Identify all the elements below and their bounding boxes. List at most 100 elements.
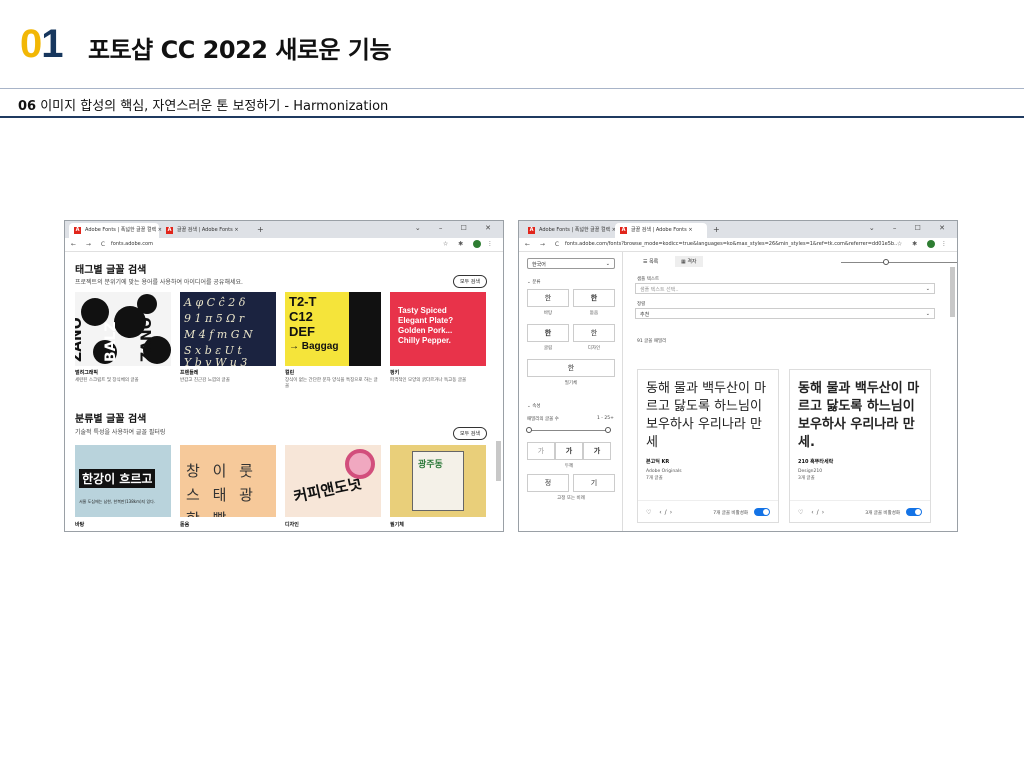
sort-select[interactable]: 추천 ⌄ [635,308,935,319]
card-desc: 파격적인 모양의 굵다르거나 독고동 글꼴 [390,378,467,383]
classification-label-text: 분류 [532,280,541,285]
sample-text-input[interactable]: 샘플 텍스트 선택.. ⌄ [635,283,935,294]
class-card-serif[interactable]: 한강이 흐르고 서울 도심에는 남한, 한복판(138km)지 있다. [75,445,171,517]
tab-grid-view[interactable]: ▦ 격자 [675,256,703,267]
class-card-script[interactable]: 광주동 [390,445,486,517]
chevron-down-icon: ⌄ [925,286,930,292]
class-card-design[interactable]: 커피앤도넛 [285,445,381,517]
address-bar: ← → C fonts.adobe.com/fonts?browse_mode=… [519,238,957,252]
subtitle-number: 06 [18,99,37,114]
browser-tab-font-search[interactable]: A 글꼴 검색 | Adobe Fonts × [161,223,251,238]
weight-button-bold[interactable]: 가 [583,442,611,460]
family-slider-min-knob[interactable] [526,427,532,433]
funky-line-1: Tasty Spiced [398,306,447,315]
clean-line-1: T2-T [289,294,317,309]
adobe-icon: A [528,227,535,234]
chevron-down-icon: ⌄ [925,311,930,317]
subtitle-text: 이미지 합성의 핵심, 자연스러운 톤 보정하기 - Harmonization [36,99,389,114]
family-slider-max-knob[interactable] [605,427,611,433]
card-label: 벌려그래픽 [75,370,99,376]
weight-button-light[interactable]: 가 [527,442,555,460]
font-card[interactable]: 동해 물과 백두산이 마르고 닳도록 하느님이 보우하사 우리나라 만세 본고딕… [637,369,779,523]
tag-card-funky[interactable]: Tasty Spiced Elegant Plate? Golden Pork.… [390,292,486,366]
nav-buttons[interactable]: ← → C [525,241,563,248]
font-meta: Adobe Originals 7개 글꼴 [646,468,682,482]
class-button-serif[interactable]: 한 [527,289,569,307]
class-search-all-button[interactable]: 모두 검색 [453,427,487,440]
tag-card-graphic[interactable]: ZANO BALZ ZANO [75,292,171,366]
card-label: 펑키 [390,370,400,376]
toolbar-icons[interactable]: ☆ ✱ ⋮ [897,240,951,248]
class-button-sans[interactable]: 한 [573,289,615,307]
scrollbar[interactable] [496,441,501,481]
avatar[interactable] [927,240,936,248]
browser-window-left: A Adobe Fonts | 폭넓한 글꼴 컬렉 × A 글꼴 검색 | Adob… [64,220,504,532]
heart-icon[interactable]: ♡ ‹/› [646,509,675,516]
tab-label: Adobe Fonts | 폭넓한 글꼴 컬렉 × [85,227,162,233]
weight-range: 1 - 25+ [597,416,614,421]
class-button-design[interactable]: 한 [573,324,615,342]
font-foundry: Adobe Originals [646,469,682,474]
tab-bar: A Adobe Fonts | 폭넓한 글꼴 컬렉 × A 글꼴 검색 | Adob… [519,221,957,238]
tag-card-clean[interactable]: T2-T C12 DEF → Baggag [285,292,381,366]
language-select[interactable]: 한국어 ⌄ [527,258,615,269]
new-tab-icon[interactable]: + [713,225,720,234]
header-divider [0,88,1024,89]
font-name[interactable]: 본고딕 KR [646,458,669,465]
font-count: 7개 글꼴 [646,476,663,481]
window-controls[interactable]: ⌄ – ☐ ✕ [415,224,499,232]
nav-buttons[interactable]: ← → C [71,241,109,248]
weight-label: 패밀리의 글꼴 수 [527,417,559,422]
card-desc: 반갑고 친근감 느낌의 글꼴 [180,378,230,383]
class-button-script[interactable]: 한 [527,359,615,377]
section-number: 01 [20,22,64,66]
toggle-label: 7개 글꼴 비활성화 [713,511,748,516]
size-slider-knob[interactable] [883,259,889,265]
avatar[interactable] [473,240,482,248]
toolbar-icons[interactable]: ☆ ✱ ⋮ [443,240,497,248]
activate-toggle[interactable] [906,508,922,516]
clean-line-2: C12 [289,309,313,324]
window-controls[interactable]: ⌄ – ☐ ✕ [869,224,953,232]
script-headline: 광주동 [418,460,443,470]
family-slider[interactable] [529,430,609,431]
font-sample: 동해 물과 백두산이 마르고 닳도록 하느님이 보우하사 우리나라 만세 [646,381,767,450]
width-button-proportional[interactable]: 기 [573,474,615,492]
section-number-digit-1: 0 [20,22,42,66]
tab-list-view[interactable]: ☰ 목록 [637,256,664,267]
section-number-digit-2: 1 [41,22,63,66]
scrollbar[interactable] [950,267,955,317]
tag-search-title: 태그별 글꼴 검색 [75,265,147,276]
slide-title: 포토샵 CC 2022 새로운 기능 [88,36,392,64]
url-field[interactable]: fonts.adobe.com [111,241,443,247]
donut-icon [345,449,375,479]
card-label: 필기체 [390,522,404,528]
font-name[interactable]: 210 흑뚜타세락 [798,458,833,465]
serif-body: 서울 도심에는 남한, 한복판(138km)지 있다. [79,499,156,504]
new-tab-icon[interactable]: + [257,225,264,234]
graphic-card-art: ZANO BALZ ZANO [75,292,171,366]
svg-text:ZANO: ZANO [75,317,85,362]
browser-tab-fonts-home[interactable]: A Adobe Fonts | 폭넓한 글꼴 컬렉 × [523,223,616,238]
serif-headline: 한강이 흐르고 [79,469,156,488]
browser-tab-fonts-home[interactable]: A Adobe Fonts | 폭넓한 글꼴 컬렉 × [69,223,162,238]
font-card[interactable]: 동해 물과 백두산이 마르고 닳도록 하느님이 보우하사 우리나라 만세. 21… [789,369,931,523]
width-button-fixed[interactable]: 정 [527,474,569,492]
tag-search-all-button[interactable]: 모두 검색 [453,275,487,288]
class-label: 바탕 [543,311,553,316]
url-field[interactable]: fonts.adobe.com/fonts?browse_mode=kodicc… [565,241,897,247]
weight-button-regular[interactable]: 가 [555,442,583,460]
tag-card-friendly[interactable]: A φ C ĉ 2 δ 9 1 π 5 Ω r M 4 f m G N S x … [180,292,276,366]
size-slider[interactable] [841,262,957,263]
clean-line-4: → Baggag [289,341,339,352]
activate-toggle[interactable] [754,508,770,516]
svg-text:BALZ: BALZ [103,321,119,362]
class-card-sans[interactable]: 창 이 룻 스 태 광 함 빨 [180,445,276,517]
heart-icon[interactable]: ♡ ‹/› [798,509,827,516]
results-panel: ☰ 목록 ▦ 격자 샘플 텍스트 샘플 텍스트 선택.. ⌄ 정렬 추천 ⌄ 91 … [623,252,957,531]
props-label: ⌄ 속성 [527,404,541,409]
browser-tab-font-search[interactable]: A 글꼴 검색 | Adobe Fonts × [615,223,707,238]
class-button-gulim[interactable]: 한 [527,324,569,342]
adobe-icon: A [620,227,627,234]
class-search-title: 분류별 글꼴 검색 [75,414,147,425]
